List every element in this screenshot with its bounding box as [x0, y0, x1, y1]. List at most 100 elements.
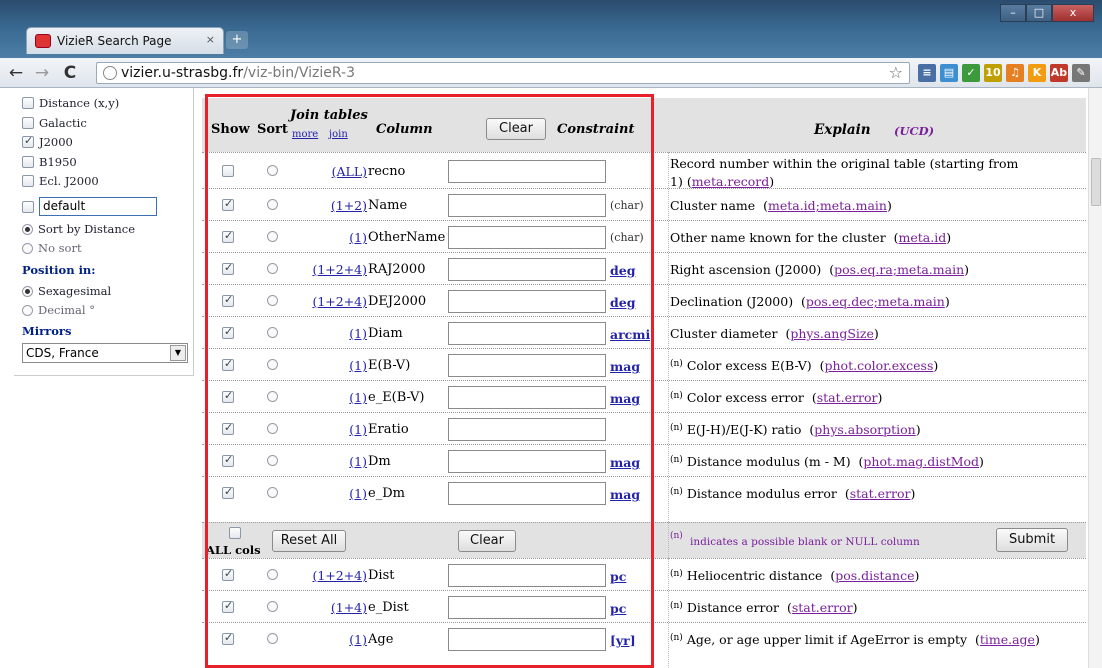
ab-extension-icon[interactable]: Ab [1050, 64, 1068, 82]
radio-selected-icon[interactable] [22, 223, 33, 235]
constraint-input[interactable] [448, 354, 606, 377]
mirror-select[interactable]: CDS, France ▼ [22, 343, 188, 363]
show-checkbox[interactable] [222, 567, 234, 581]
sort-radio[interactable] [267, 423, 278, 434]
wrench-extension-icon[interactable]: ✎ [1072, 64, 1090, 82]
date-extension-icon[interactable]: 10 [984, 64, 1002, 82]
ucd-link[interactable]: phys.absorption [814, 422, 915, 437]
column-unit[interactable]: mag [610, 455, 650, 470]
constraint-input[interactable] [448, 160, 606, 183]
column-unit[interactable]: mag [610, 359, 650, 374]
ucd-link[interactable]: phot.color.excess [825, 358, 934, 373]
sort-radio[interactable] [267, 455, 278, 466]
ucd-link[interactable]: stat.error [792, 600, 853, 615]
join-link[interactable]: (1) [349, 230, 367, 245]
minimize-button[interactable]: – [1000, 4, 1026, 22]
constraint-input[interactable] [448, 226, 606, 249]
ucd-link[interactable]: pos.eq.ra;meta.main [834, 262, 964, 277]
constraint-input[interactable] [448, 322, 606, 345]
forward-arrow-icon[interactable]: → [32, 63, 52, 83]
show-checkbox[interactable] [222, 165, 234, 177]
checkbox-icon[interactable] [22, 175, 34, 187]
ucd-link[interactable]: time.age [980, 632, 1035, 647]
opt-no-sort[interactable]: No sort [22, 241, 82, 255]
bookmarks-extension-icon[interactable]: ▤ [940, 64, 958, 82]
constraint-input[interactable] [448, 482, 606, 505]
checkbox-checked-icon[interactable] [22, 134, 34, 148]
show-checkbox[interactable] [222, 293, 234, 307]
sort-radio[interactable] [267, 231, 278, 242]
new-tab-button[interactable]: + [226, 31, 248, 49]
column-unit[interactable]: mag [610, 391, 650, 406]
sort-radio[interactable] [267, 487, 278, 498]
ucd-link[interactable]: phot.mag.distMod [863, 454, 979, 469]
column-unit[interactable]: mag [610, 487, 650, 502]
show-checkbox[interactable] [222, 261, 234, 275]
column-unit[interactable]: pc [610, 569, 650, 584]
join-link[interactable]: (1) [349, 326, 367, 341]
join-link[interactable]: (1+2+4) [312, 262, 367, 277]
maximize-button[interactable]: □ [1026, 4, 1052, 22]
join-link[interactable]: (ALL) [332, 164, 367, 179]
opt-sort-distance[interactable]: Sort by Distance [22, 222, 135, 236]
show-checkbox[interactable] [222, 599, 234, 613]
bookmark-star-icon[interactable]: ☆ [889, 63, 903, 83]
column-unit[interactable]: [yr] [610, 633, 650, 648]
opt-b1950[interactable]: B1950 [22, 155, 77, 169]
join-link[interactable]: (1) [349, 486, 367, 501]
tab-close-icon[interactable]: × [206, 33, 215, 46]
opt-sexagesimal[interactable]: Sexagesimal [22, 284, 111, 298]
checkbox-icon[interactable] [22, 156, 34, 168]
constraint-input[interactable] [448, 194, 606, 217]
sort-radio[interactable] [267, 327, 278, 338]
show-checkbox[interactable] [222, 197, 234, 211]
join-link[interactable]: (1) [349, 632, 367, 647]
close-window-button[interactable]: x [1052, 4, 1094, 22]
show-checkbox[interactable] [222, 631, 234, 645]
all-cols-checkbox[interactable] [229, 527, 241, 539]
opt-decimal[interactable]: Decimal ° [22, 303, 95, 317]
sort-radio[interactable] [267, 569, 278, 580]
clear-bottom-button[interactable]: Clear [458, 530, 516, 552]
opt-ecl-j2000[interactable]: Ecl. J2000 [22, 174, 99, 188]
show-checkbox[interactable] [222, 229, 234, 243]
column-unit[interactable]: deg [610, 263, 650, 278]
back-arrow-icon[interactable]: ← [6, 63, 26, 83]
tab-vizier-search[interactable]: VizieR Search Page × [26, 27, 224, 54]
constraint-input[interactable] [448, 596, 606, 619]
join-link[interactable]: (1+2+4) [312, 568, 367, 583]
page-info-icon[interactable] [103, 66, 117, 80]
reload-icon[interactable]: C [60, 63, 80, 83]
constraint-input[interactable] [448, 628, 606, 651]
column-unit[interactable]: deg [610, 295, 650, 310]
join-link[interactable]: (1) [349, 390, 367, 405]
opt-distance[interactable]: Distance (x,y) [22, 96, 119, 110]
header-more-link[interactable]: more [292, 129, 318, 140]
ucd-link[interactable]: meta.id [899, 230, 947, 245]
radio-icon[interactable] [22, 304, 33, 316]
sort-radio[interactable] [267, 359, 278, 370]
show-checkbox[interactable] [222, 357, 234, 371]
ucd-link[interactable]: stat.error [817, 390, 878, 405]
sort-radio[interactable] [267, 199, 278, 210]
sort-radio[interactable] [267, 165, 278, 176]
constraint-input[interactable] [448, 258, 606, 281]
sort-radio[interactable] [267, 633, 278, 644]
constraint-input[interactable] [448, 418, 606, 441]
join-link[interactable]: (1) [349, 454, 367, 469]
show-checkbox[interactable] [222, 453, 234, 467]
reset-all-button[interactable]: Reset All [272, 530, 346, 552]
ucd-link[interactable]: pos.eq.dec;meta.main [806, 294, 945, 309]
ucd-link[interactable]: pos.distance [835, 568, 914, 583]
ucd-link[interactable]: stat.error [850, 486, 911, 501]
vertical-scrollbar[interactable] [1088, 88, 1102, 668]
ucd-link[interactable]: phys.angSize [790, 326, 874, 341]
join-link[interactable]: (1+2) [331, 198, 367, 213]
checkbox-icon[interactable] [22, 200, 34, 213]
scrollbar-thumb[interactable] [1091, 158, 1101, 206]
header-join-link[interactable]: join [329, 129, 348, 140]
constraint-input[interactable] [448, 564, 606, 587]
show-checkbox[interactable] [222, 389, 234, 403]
rss-extension-icon[interactable]: ≡ [918, 64, 936, 82]
join-link[interactable]: (1) [349, 422, 367, 437]
